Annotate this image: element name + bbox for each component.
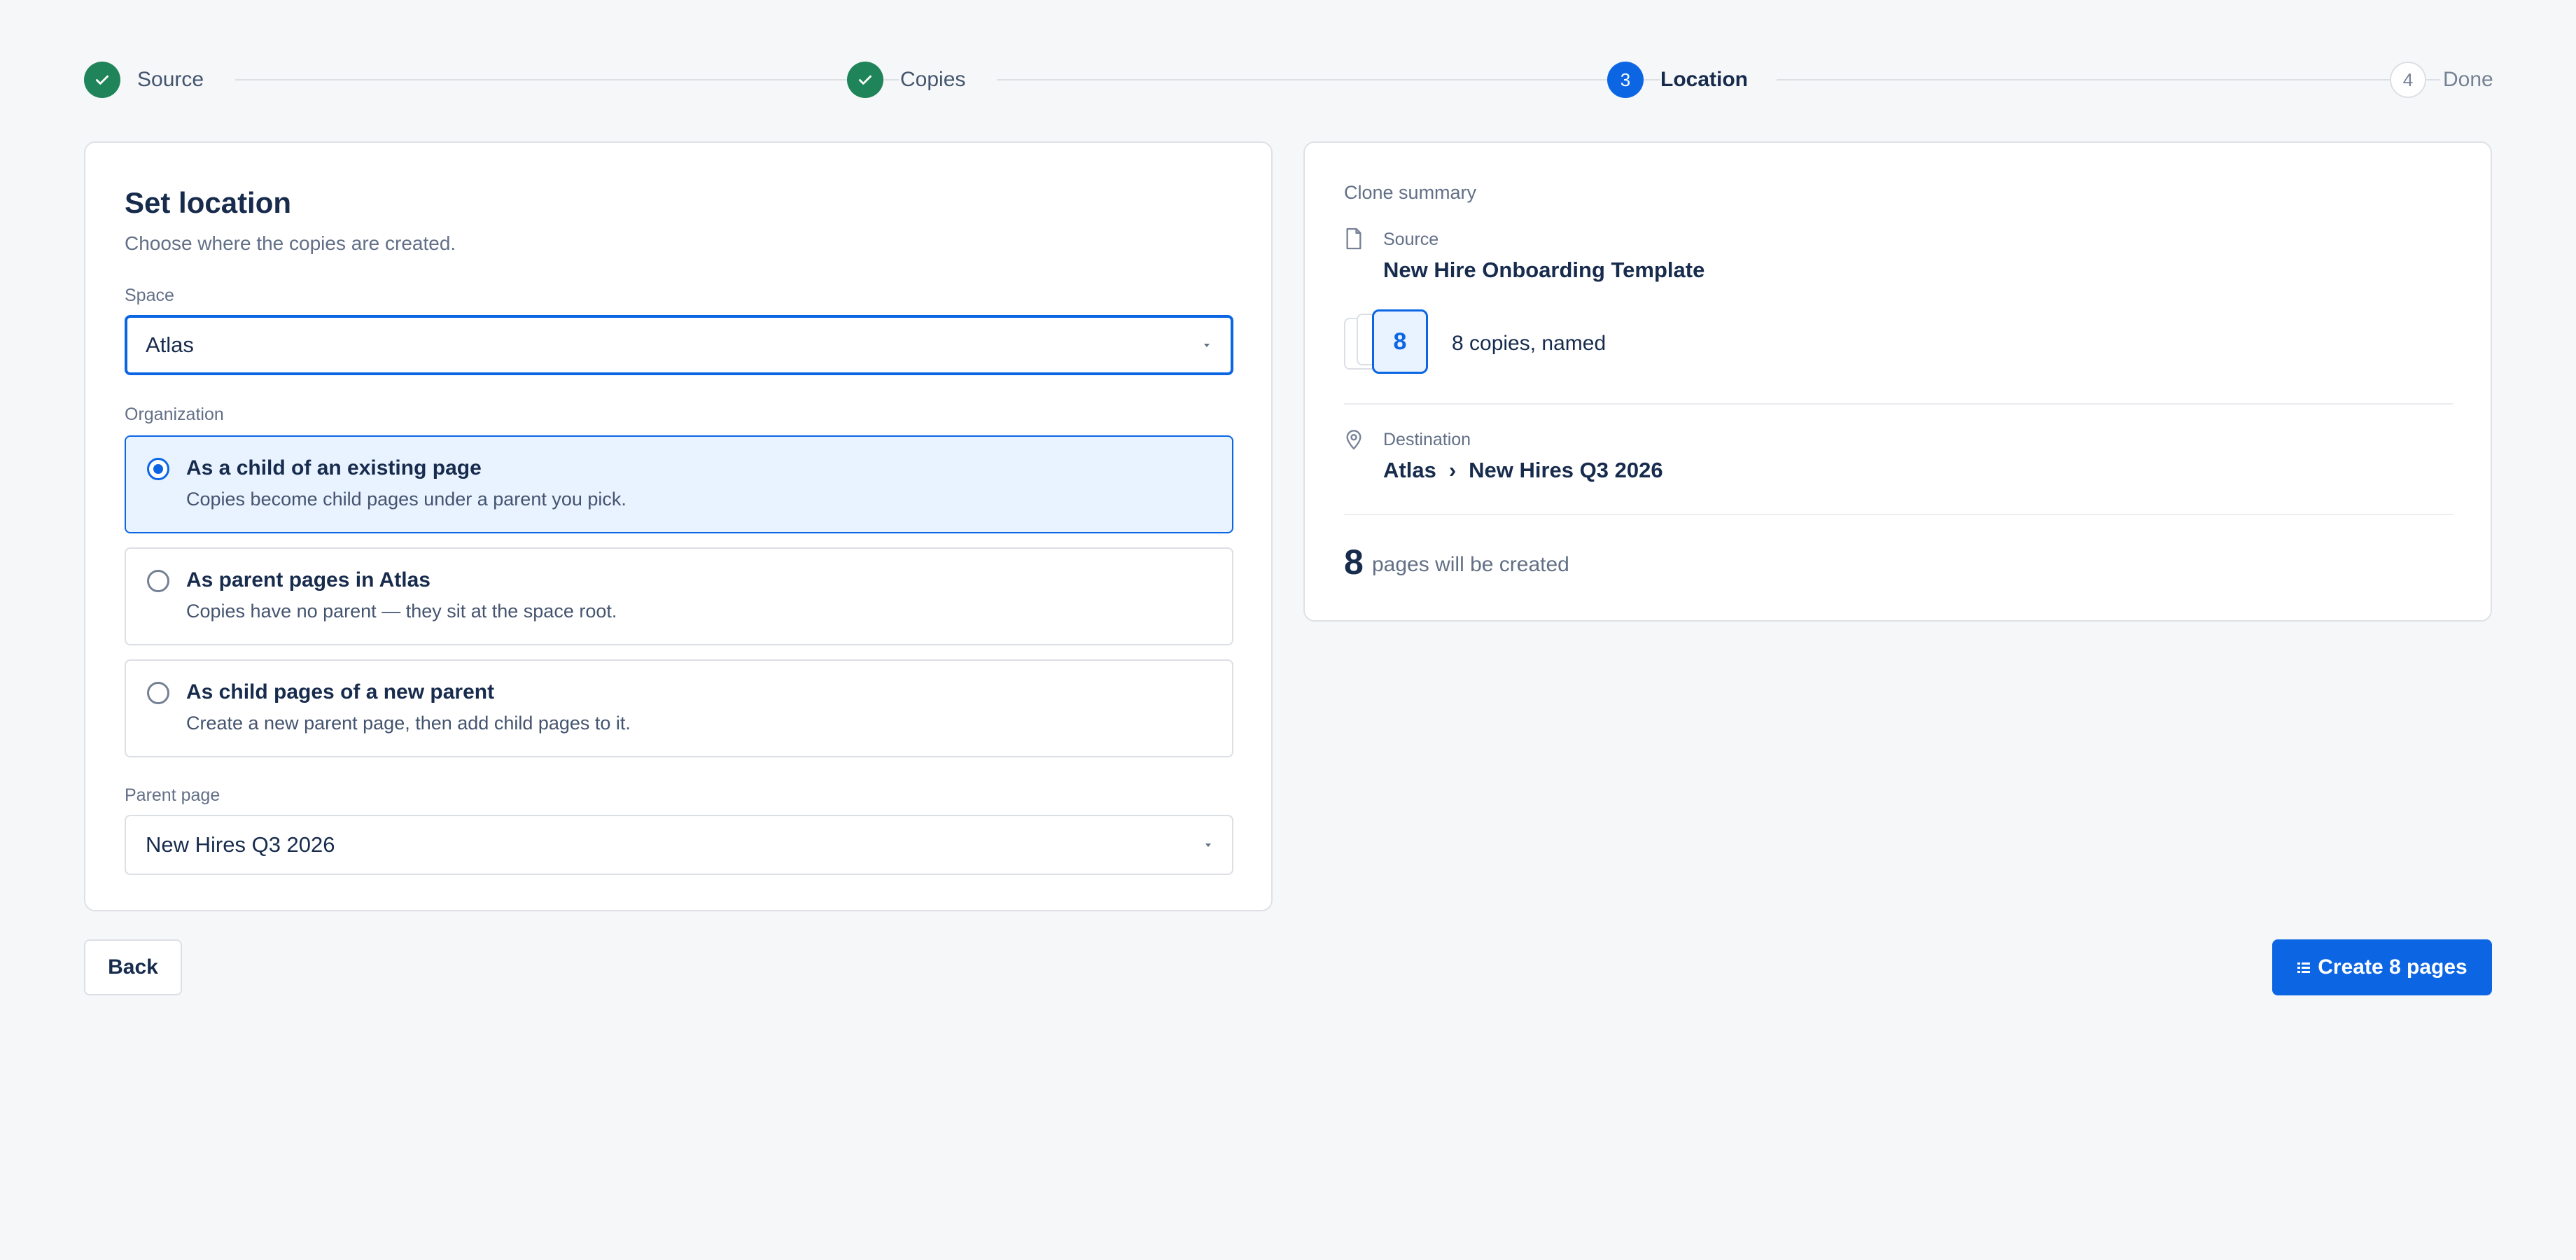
- chevron-down-icon: [1204, 344, 1210, 347]
- copies-count-badge: 8: [1372, 309, 1428, 374]
- check-icon: [84, 62, 120, 98]
- card-title: Set location: [125, 186, 292, 219]
- chevron-right-icon: ›: [1448, 458, 1457, 482]
- organization-label: Organization: [125, 405, 224, 424]
- source-value: New Hire Onboarding Template: [1383, 258, 1705, 282]
- clone-summary-card: Clone summary Source New Hire Onboarding…: [1303, 141, 2492, 622]
- set-location-card: Set location Choose where the copies are…: [84, 141, 1273, 911]
- step-location: 3 Location: [1607, 62, 1748, 98]
- option-title: As child pages of a new parent: [186, 680, 495, 704]
- create-pages-label: Create 8 pages: [2318, 955, 2468, 979]
- divider: [1344, 514, 2453, 515]
- chevron-down-icon: [1205, 844, 1211, 847]
- step-number: 3: [1607, 62, 1644, 98]
- option-new-parent[interactable]: As child pages of a new parent Create a …: [125, 659, 1233, 757]
- document-icon: [1346, 227, 1362, 250]
- step-copies: Copies: [847, 62, 965, 98]
- option-description: Copies have no parent — they sit at the …: [186, 601, 617, 622]
- option-description: Create a new parent page, then add child…: [186, 713, 631, 734]
- radio-button[interactable]: [147, 682, 169, 704]
- copies-text: 8 copies, named: [1452, 332, 1606, 355]
- destination-page: New Hires Q3 2026: [1469, 458, 1663, 482]
- option-child-of-existing[interactable]: As a child of an existing page Copies be…: [125, 435, 1233, 533]
- source-label: Source: [1383, 230, 1439, 249]
- step-label: Copies: [900, 68, 966, 91]
- parent-page-value: New Hires Q3 2026: [146, 832, 335, 857]
- step-done: 4 Done: [2390, 62, 2493, 98]
- option-title: As parent pages in Atlas: [186, 568, 430, 592]
- step-label: Source: [137, 68, 204, 91]
- option-title: As a child of an existing page: [186, 456, 482, 479]
- destination-space: Atlas: [1383, 458, 1436, 482]
- destination-breadcrumb: Atlas › New Hires Q3 2026: [1383, 458, 1663, 483]
- step-connector: [1777, 79, 2440, 80]
- destination-label: Destination: [1383, 430, 1471, 449]
- divider: [1344, 403, 2453, 405]
- step-source: Source: [84, 62, 204, 98]
- step-number: 4: [2390, 62, 2426, 98]
- space-select-value: Atlas: [146, 332, 194, 357]
- total-pages-text: pages will be created: [1372, 553, 1569, 576]
- total-pages-count: 8: [1344, 542, 1364, 582]
- summary-header: Clone summary: [1344, 182, 1477, 203]
- option-parent-pages[interactable]: As parent pages in Atlas Copies have no …: [125, 547, 1233, 645]
- radio-button[interactable]: [147, 570, 169, 592]
- space-label: Space: [125, 286, 174, 305]
- step-label: Done: [2443, 68, 2493, 91]
- location-pin-icon: [1346, 430, 1362, 450]
- step-connector: [997, 79, 1660, 80]
- radio-button[interactable]: [147, 458, 169, 480]
- check-icon: [847, 62, 883, 98]
- create-pages-button[interactable]: Create 8 pages: [2272, 939, 2492, 995]
- step-label: Location: [1660, 68, 1748, 91]
- card-subtitle: Choose where the copies are created.: [125, 232, 456, 254]
- step-connector: [235, 79, 899, 80]
- back-button[interactable]: Back: [84, 939, 182, 995]
- grid-icon: [2297, 962, 2311, 973]
- wizard-stepper: Source Copies 3 Location 4 Done: [84, 62, 2493, 98]
- space-select[interactable]: Atlas: [125, 315, 1233, 375]
- parent-page-label: Parent page: [125, 785, 220, 805]
- parent-page-select[interactable]: New Hires Q3 2026: [125, 815, 1233, 875]
- option-description: Copies become child pages under a parent…: [186, 489, 626, 510]
